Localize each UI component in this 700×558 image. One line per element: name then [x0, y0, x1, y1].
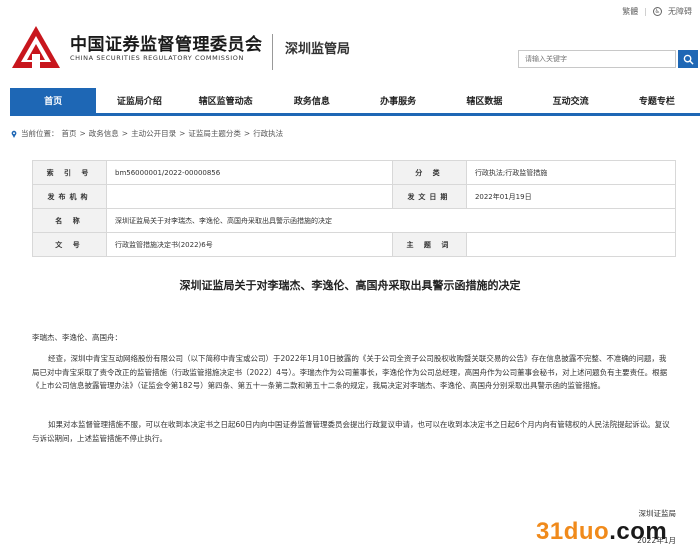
brand-name-en: CHINA SECURITIES REGULATORY COMMISSION [70, 54, 244, 62]
name-label: 名 称 [32, 208, 107, 233]
nav-item-dynamics[interactable]: 辖区监管动态 [183, 88, 269, 113]
nav-item-topics[interactable]: 专题专栏 [614, 88, 700, 113]
date-label: 发文日期 [391, 184, 467, 209]
breadcrumb-sep: > [79, 129, 86, 138]
breadcrumb: 当前位置： 首页 > 政务信息 > 主动公开目录 > 证监局主题分类 > 行政执… [10, 128, 283, 139]
meta-row: 索 引 号 bm56000001/2022-00000856 分 类 行政执法;… [32, 160, 677, 185]
issuer-value [106, 184, 393, 209]
site-watermark: 31duo.com [536, 518, 667, 546]
index-value: bm56000001/2022-00000856 [106, 160, 393, 185]
bureau-name: 深圳监管局 [285, 42, 351, 57]
category-label: 分 类 [391, 160, 467, 185]
meta-row: 发布机构 发文日期 2022年01月19日 [32, 184, 677, 209]
meta-row: 文 号 行政监管措施决定书(2022)6号 主 题 词 [32, 232, 677, 257]
article-paragraph-1: 经查，深圳中青宝互动网络股份有限公司（以下简称中青宝或公司）于2022年1月10… [32, 354, 668, 390]
nav-item-data[interactable]: 辖区数据 [441, 88, 527, 113]
name-value: 深圳证监局关于对李瑞杰、李逸伦、高国舟采取出具警示函措施的决定 [106, 208, 676, 233]
location-icon [11, 130, 17, 138]
utility-bar: 繁體 | ♿ 无障碍 [622, 6, 692, 17]
traditional-chinese-link[interactable]: 繁體 [622, 6, 638, 17]
doc-number-label: 文 号 [32, 232, 107, 257]
breadcrumb-category[interactable]: 证监局主题分类 [188, 128, 241, 139]
search-icon [683, 54, 694, 65]
article-paragraph-2: 如果对本监督管理措施不服，可以在收到本决定书之日起60日内向中国证券监督管理委员… [32, 420, 670, 443]
breadcrumb-gov-info[interactable]: 政务信息 [89, 128, 119, 139]
category-value: 行政执法;行政监管措施 [465, 160, 677, 185]
doc-number-value: 行政监管措施决定书(2022)6号 [106, 232, 393, 257]
nav-item-services[interactable]: 办事服务 [355, 88, 441, 113]
watermark-suffix: .com [609, 518, 668, 545]
breadcrumb-home[interactable]: 首页 [62, 128, 77, 139]
brand-divider [272, 34, 273, 70]
meta-row: 名 称 深圳证监局关于对李瑞杰、李逸伦、高国舟采取出具警示函措施的决定 [32, 208, 676, 233]
breadcrumb-sep: > [243, 129, 251, 138]
breadcrumb-enforcement[interactable]: 行政执法 [253, 128, 283, 139]
breadcrumb-catalog[interactable]: 主动公开目录 [131, 128, 176, 139]
article-salutation: 李瑞杰、李逸伦、高国舟： [32, 333, 122, 342]
document-meta-table: 索 引 号 bm56000001/2022-00000856 分 类 行政执法;… [32, 160, 677, 257]
nav-item-home[interactable]: 首页 [10, 88, 97, 113]
brand-name-cn: 中国证券监督管理委员会 [70, 35, 263, 55]
main-nav: 首页 证监局介绍 辖区监管动态 政务信息 办事服务 辖区数据 互动交流 专题专栏 [10, 88, 700, 116]
accessibility-link[interactable]: 无障碍 [668, 6, 692, 17]
nav-item-gov-info[interactable]: 政务信息 [269, 88, 355, 113]
article-title: 深圳证监局关于对李瑞杰、李逸伦、高国舟采取出具警示函措施的决定 [179, 279, 521, 292]
subject-value [465, 232, 677, 257]
watermark-prefix: 31duo [536, 518, 610, 545]
subject-label: 主 题 词 [391, 232, 467, 257]
utility-separator: | [644, 7, 647, 16]
search-button[interactable] [678, 50, 698, 68]
index-label: 索 引 号 [32, 160, 107, 185]
accessibility-icon[interactable]: ♿ [653, 7, 662, 16]
search-input[interactable] [518, 50, 676, 68]
issuer-label: 发布机构 [32, 184, 107, 209]
nav-item-interaction[interactable]: 互动交流 [528, 88, 614, 113]
breadcrumb-sep: > [121, 129, 129, 138]
date-value: 2022年01月19日 [465, 184, 677, 209]
breadcrumb-prefix: 当前位置： [21, 129, 59, 138]
nav-item-intro[interactable]: 证监局介绍 [96, 88, 182, 113]
site-header: 中国证券监督管理委员会 CHINA SECURITIES REGULATORY … [0, 20, 700, 82]
breadcrumb-sep: > [179, 129, 186, 138]
csrc-logo [12, 26, 60, 68]
